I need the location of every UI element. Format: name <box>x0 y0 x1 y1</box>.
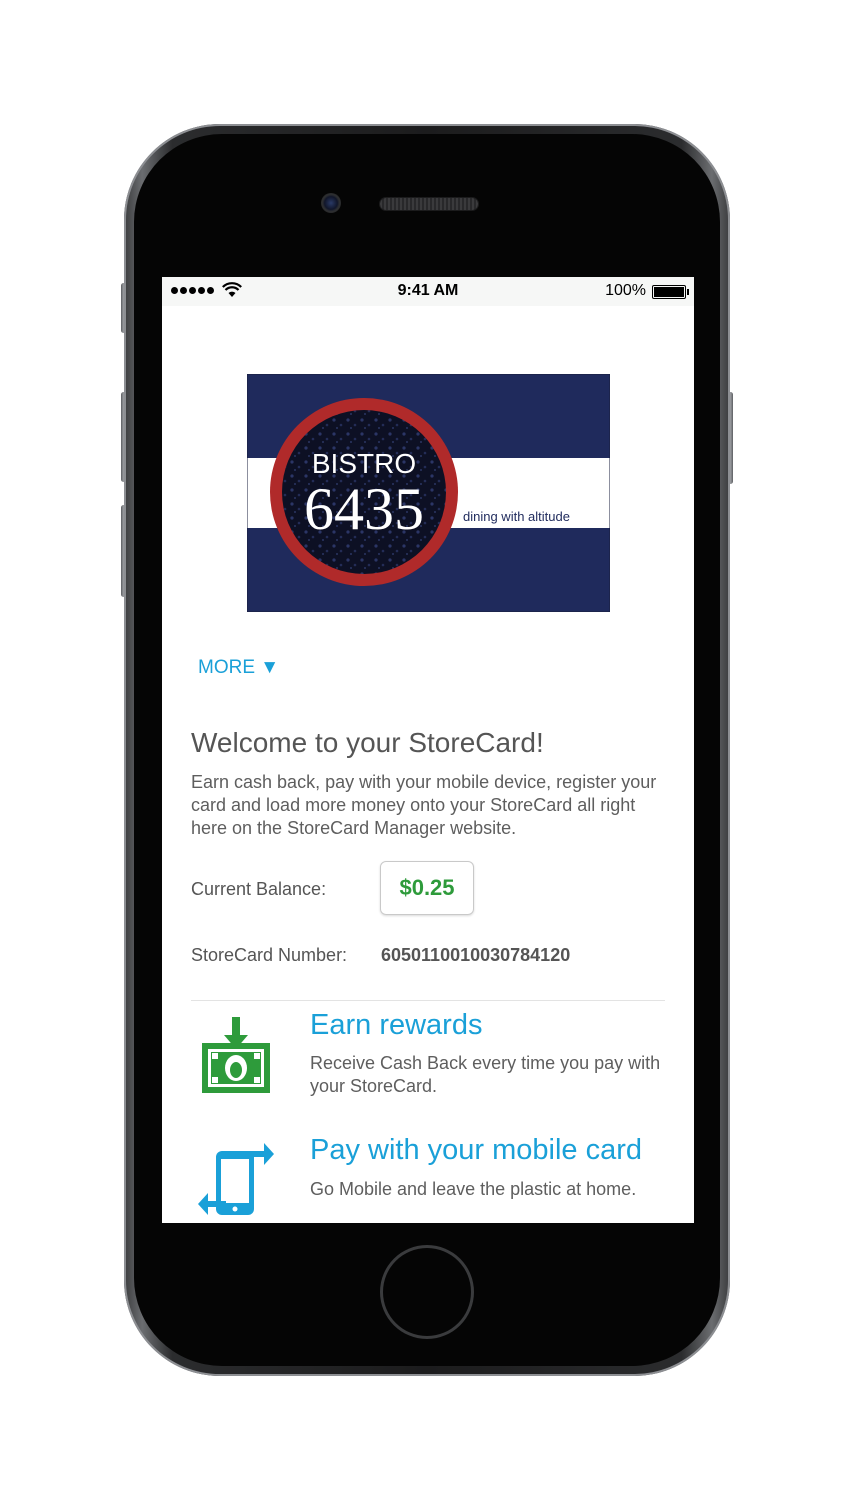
status-bar: 9:41 AM 100% <box>162 277 694 306</box>
storecard-number-label: StoreCard Number: <box>191 945 348 965</box>
brand-line1: BISTRO <box>312 448 416 479</box>
battery-icon <box>652 285 689 299</box>
phone-screen: 9:41 AM 100% BISTRO 6435 dining with alt <box>162 277 694 1223</box>
storecard-number-value: 6050110010030784120 <box>381 945 571 965</box>
welcome-text: Earn cash back, pay with your mobile dev… <box>191 772 657 838</box>
battery-percent: 100% <box>605 282 646 299</box>
welcome-heading: Welcome to your StoreCard! <box>191 727 544 758</box>
cash-rewards-icon <box>202 1017 270 1093</box>
current-balance-label: Current Balance: <box>191 879 327 899</box>
more-toggle-link[interactable]: MORE ▼ <box>198 657 279 679</box>
mobile-pay-icon <box>198 1143 274 1215</box>
earpiece-speaker <box>380 198 478 210</box>
feature-title-earn-rewards: Earn rewards <box>310 1009 483 1041</box>
section-divider <box>191 1000 665 1001</box>
home-button[interactable] <box>380 1245 474 1339</box>
bistro-logo: BISTRO 6435 dining with altitude <box>246 373 611 613</box>
feature-title-mobile-card: Pay with your mobile card <box>310 1134 643 1166</box>
feature-text-mobile-card: Go Mobile and leave the plastic at home. <box>310 1179 637 1199</box>
store-card-image: BISTRO 6435 dining with altitude <box>246 373 611 613</box>
brand-tagline: dining with altitude <box>463 509 570 524</box>
current-balance-badge: $0.25 <box>380 861 474 915</box>
brand-line2: 6435 <box>304 476 424 542</box>
feature-text-earn-rewards: Receive Cash Back every time you pay wit… <box>310 1053 661 1096</box>
front-camera <box>321 193 341 213</box>
